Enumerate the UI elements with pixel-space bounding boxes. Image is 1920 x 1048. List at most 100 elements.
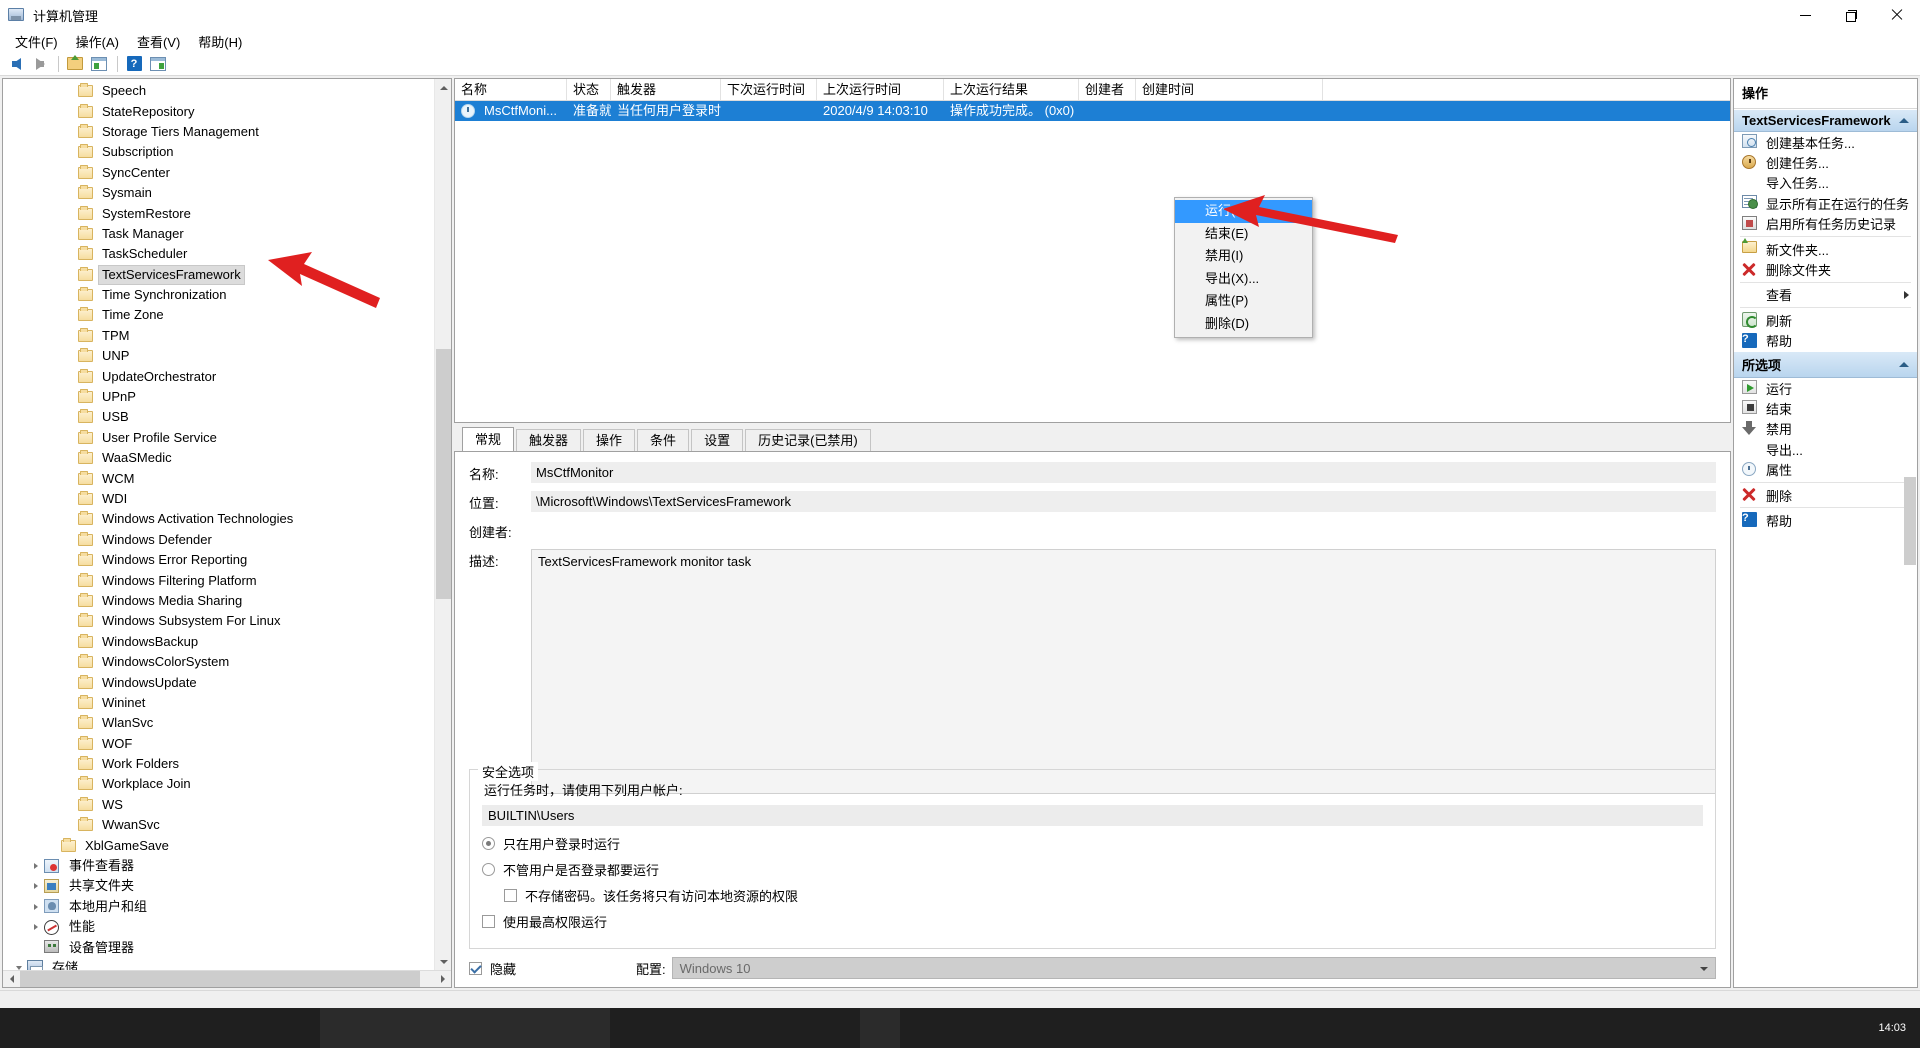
tab-2[interactable]: 操作 bbox=[583, 429, 636, 451]
tree-scroll-up-button[interactable] bbox=[435, 79, 451, 96]
action-item-0-0[interactable]: 创建基本任务... bbox=[1734, 132, 1917, 152]
radio-button-0[interactable] bbox=[482, 837, 495, 850]
action-item-0-1[interactable]: 创建任务... bbox=[1734, 152, 1917, 172]
action-item-1-1[interactable]: 结束 bbox=[1734, 398, 1917, 418]
tree-item-wwansvc[interactable]: WwanSvc bbox=[3, 815, 451, 835]
chevron-right-icon[interactable] bbox=[28, 883, 44, 890]
column-header-4[interactable]: 上次运行时间 bbox=[817, 79, 944, 100]
context-menu-item-2[interactable]: 禁用(I) bbox=[1175, 245, 1312, 268]
chevron-up-icon[interactable] bbox=[1899, 118, 1909, 123]
tree-hscroll-track[interactable] bbox=[20, 970, 434, 987]
tree-item-wof[interactable]: WOF bbox=[3, 734, 451, 754]
action-item-0-6[interactable]: 删除文件夹 bbox=[1734, 259, 1917, 279]
tree-item-windows-filtering-platform[interactable]: Windows Filtering Platform bbox=[3, 570, 451, 590]
tab-3[interactable]: 条件 bbox=[637, 429, 690, 451]
maximize-button[interactable] bbox=[1828, 0, 1874, 30]
tree-item-事件查看器[interactable]: 事件查看器 bbox=[3, 856, 451, 876]
tree-item-subscription[interactable]: Subscription bbox=[3, 142, 451, 162]
column-header-3[interactable]: 下次运行时间 bbox=[721, 79, 817, 100]
action-item-0-5[interactable]: 新文件夹... bbox=[1734, 238, 1917, 259]
action-item-0-2[interactable]: 导入任务... bbox=[1734, 173, 1917, 193]
tree-item-unp[interactable]: UNP bbox=[3, 346, 451, 366]
tree-item-user-profile-service[interactable]: User Profile Service bbox=[3, 428, 451, 448]
tree-item-taskscheduler[interactable]: TaskScheduler bbox=[3, 244, 451, 264]
tab-4[interactable]: 设置 bbox=[691, 429, 744, 451]
tree-scroll-down-button[interactable] bbox=[435, 953, 451, 970]
action-item-0-4[interactable]: 启用所有任务历史记录 bbox=[1734, 214, 1917, 234]
task-context-menu[interactable]: 运行(R) 结束(E) 禁用(I) 导出(X)... 属性(P) 删除(D) bbox=[1174, 197, 1313, 338]
tree-item-updateorchestrator[interactable]: UpdateOrchestrator bbox=[3, 366, 451, 386]
tree-item-ws[interactable]: WS bbox=[3, 795, 451, 815]
show-console-tree-button[interactable] bbox=[88, 54, 110, 74]
tree-scroll-left-button[interactable] bbox=[3, 970, 20, 987]
chevron-right-icon[interactable] bbox=[28, 903, 44, 910]
tree-item-windows-error-reporting[interactable]: Windows Error Reporting bbox=[3, 550, 451, 570]
tree-item-waasmedic[interactable]: WaaSMedic bbox=[3, 448, 451, 468]
tree-item-wdi[interactable]: WDI bbox=[3, 489, 451, 509]
column-header-0[interactable]: 名称 bbox=[455, 79, 567, 100]
up-one-level-button[interactable] bbox=[64, 54, 86, 74]
tree-item-存储[interactable]: 存储 bbox=[3, 958, 451, 970]
tree-item-xblgamesave[interactable]: XblGameSave bbox=[3, 835, 451, 855]
column-header-1[interactable]: 状态 bbox=[567, 79, 611, 100]
action-item-1-4[interactable]: 属性 bbox=[1734, 459, 1917, 479]
tree-item-tpm[interactable]: TPM bbox=[3, 326, 451, 346]
action-item-0-9[interactable]: ? 帮助 bbox=[1734, 331, 1917, 351]
tree-item-wcm[interactable]: WCM bbox=[3, 468, 451, 488]
tree-item-synccenter[interactable]: SyncCenter bbox=[3, 163, 451, 183]
tree-item-work-folders[interactable]: Work Folders bbox=[3, 754, 451, 774]
tree-item-sysmain[interactable]: Sysmain bbox=[3, 183, 451, 203]
column-header-5[interactable]: 上次运行结果 bbox=[944, 79, 1079, 100]
column-header-2[interactable]: 触发器 bbox=[611, 79, 721, 100]
tree-scrollbar-thumb[interactable] bbox=[436, 349, 451, 599]
chevron-right-icon[interactable] bbox=[28, 924, 44, 931]
tree-item-wlansvc[interactable]: WlanSvc bbox=[3, 713, 451, 733]
tab-0[interactable]: 常规 bbox=[462, 427, 515, 451]
tab-5[interactable]: 历史记录(已禁用) bbox=[745, 429, 871, 451]
tree-item-textservicesframework[interactable]: TextServicesFramework bbox=[3, 264, 451, 285]
tree-item-本地用户和组[interactable]: 本地用户和组 bbox=[3, 897, 451, 917]
taskbar-app-2[interactable] bbox=[860, 1008, 900, 1048]
action-item-1-6[interactable]: ? 帮助 bbox=[1734, 510, 1917, 530]
action-item-1-2[interactable]: 禁用 bbox=[1734, 419, 1917, 439]
taskbar-app-1[interactable] bbox=[320, 1008, 610, 1048]
security-option-2[interactable]: 不存储密码。该任务将只有访问本地资源的权限 bbox=[504, 886, 1703, 905]
close-button[interactable] bbox=[1874, 0, 1920, 30]
description-value[interactable]: TextServicesFramework monitor task bbox=[531, 549, 1716, 794]
tree-item-usb[interactable]: USB bbox=[3, 407, 451, 427]
menu-file[interactable]: 文件(F) bbox=[6, 30, 67, 53]
column-header-6[interactable]: 创建者 bbox=[1079, 79, 1136, 100]
tree-item-task-manager[interactable]: Task Manager bbox=[3, 224, 451, 244]
chevron-up-icon[interactable] bbox=[1899, 361, 1909, 367]
tree-item-windows-media-sharing[interactable]: Windows Media Sharing bbox=[3, 591, 451, 611]
tree-hscroll-thumb[interactable] bbox=[20, 970, 420, 987]
tree-item-windowsupdate[interactable]: WindowsUpdate bbox=[3, 672, 451, 692]
tree-horizontal-scrollbar[interactable] bbox=[3, 970, 451, 987]
column-header-7[interactable]: 创建时间 bbox=[1136, 79, 1323, 100]
tree-item-systemrestore[interactable]: SystemRestore bbox=[3, 203, 451, 223]
back-button[interactable] bbox=[5, 54, 27, 74]
action-item-0-7[interactable]: 查看 bbox=[1734, 285, 1917, 305]
checkbox-3[interactable] bbox=[482, 915, 495, 928]
minimize-button[interactable] bbox=[1782, 0, 1828, 30]
tree-item-windowsbackup[interactable]: WindowsBackup bbox=[3, 632, 451, 652]
actions-group-header-0[interactable]: TextServicesFramework bbox=[1734, 109, 1917, 132]
tree-item-windows-defender[interactable]: Windows Defender bbox=[3, 530, 451, 550]
security-option-1[interactable]: 不管用户是否登录都要运行 bbox=[482, 860, 1703, 879]
context-menu-item-3[interactable]: 导出(X)... bbox=[1175, 268, 1312, 291]
tree-item-设备管理器[interactable]: 设备管理器 bbox=[3, 937, 451, 957]
action-item-1-0[interactable]: 运行 bbox=[1734, 378, 1917, 398]
forward-button[interactable] bbox=[29, 54, 51, 74]
tree-item-windows-subsystem-for-linux[interactable]: Windows Subsystem For Linux bbox=[3, 611, 451, 631]
context-menu-item-1[interactable]: 结束(E) bbox=[1175, 223, 1312, 246]
checkbox-2[interactable] bbox=[504, 889, 517, 902]
menu-action[interactable]: 操作(A) bbox=[67, 30, 128, 53]
tree-item-workplace-join[interactable]: Workplace Join bbox=[3, 774, 451, 794]
tree-vertical-scrollbar[interactable] bbox=[434, 79, 451, 970]
security-option-3[interactable]: 使用最高权限运行 bbox=[482, 912, 1703, 931]
context-menu-item-5[interactable]: 删除(D) bbox=[1175, 313, 1312, 336]
tree-item-性能[interactable]: 性能 bbox=[3, 917, 451, 937]
help-button[interactable]: ? bbox=[123, 54, 145, 74]
menu-view[interactable]: 查看(V) bbox=[128, 30, 189, 53]
tree-item-storage-tiers-management[interactable]: Storage Tiers Management bbox=[3, 122, 451, 142]
